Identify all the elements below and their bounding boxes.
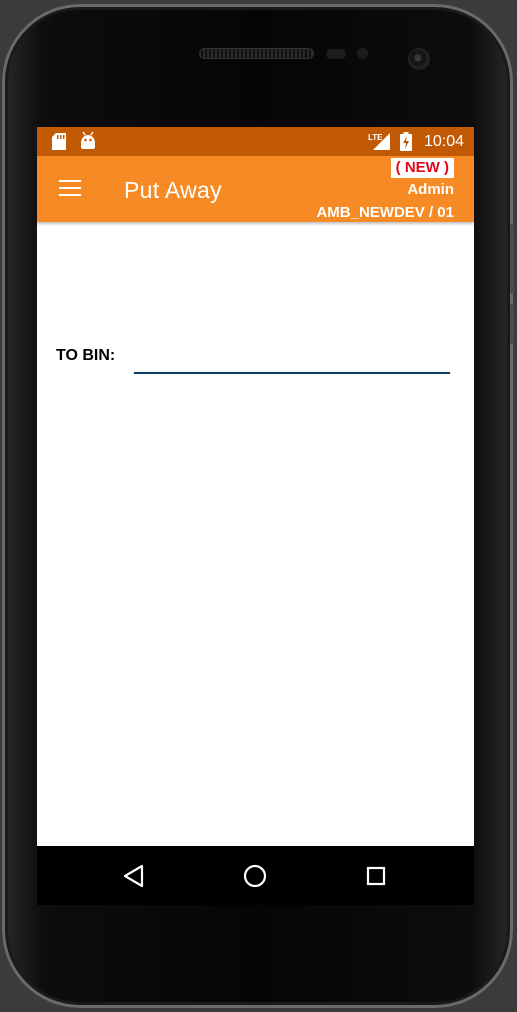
light-sensor: [357, 48, 368, 59]
front-camera-icon: [408, 48, 430, 70]
navigation-bar: [37, 846, 474, 905]
to-bin-input[interactable]: [134, 340, 450, 374]
hamburger-icon: [59, 180, 81, 183]
lte-signal-icon: LTE: [368, 133, 390, 150]
user-name: Admin: [407, 181, 454, 198]
android-icon: [81, 131, 95, 149]
svg-text:LTE: LTE: [368, 133, 383, 142]
power-button: [510, 304, 514, 344]
sd-card-icon: [52, 133, 66, 150]
recents-icon[interactable]: [360, 860, 392, 892]
menu-button[interactable]: [59, 180, 81, 198]
volume-button: [510, 224, 514, 294]
page-title: Put Away: [124, 177, 222, 203]
battery-charging-icon: [400, 132, 412, 151]
home-icon[interactable]: [239, 860, 271, 892]
app-bar: Put Away ( NEW ) Admin AMB_NEWDEV / 01: [37, 156, 474, 222]
back-icon[interactable]: [119, 860, 151, 892]
status-time: 10:04: [423, 133, 464, 150]
proximity-sensor: [326, 49, 346, 59]
new-badge: ( NEW ): [390, 158, 454, 178]
earpiece-speaker: [199, 48, 314, 59]
device-label: AMB_NEWDEV / 01: [316, 204, 454, 221]
to-bin-label: TO BIN:: [56, 347, 116, 364]
status-bar: LTE 10:04: [37, 127, 474, 156]
app-screen: LTE 10:04 Put Away ( NEW ) Admin AMB_NEW…: [37, 127, 474, 905]
